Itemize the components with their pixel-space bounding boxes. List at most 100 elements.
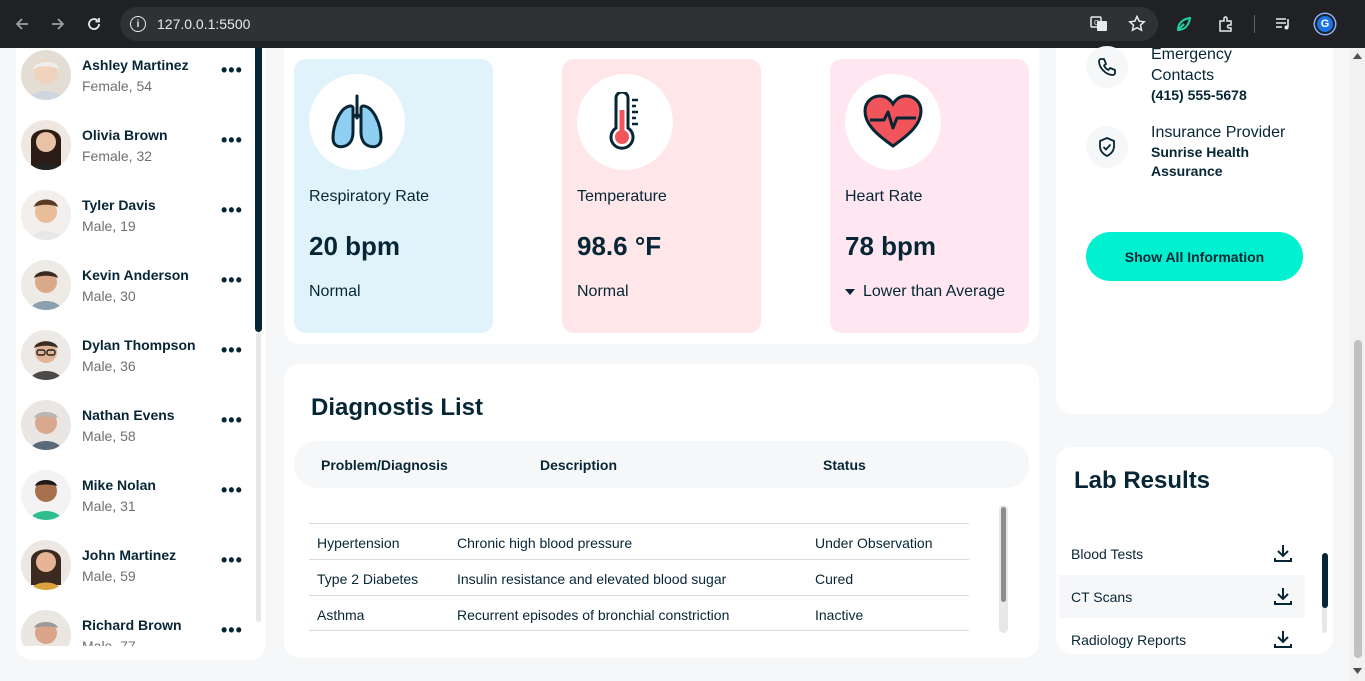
cell-problem: Hypertension xyxy=(317,535,400,551)
temperature-status-text: Normal xyxy=(577,283,629,300)
patient-item-tyler-davis[interactable]: Tyler Davis Male, 19 ••• xyxy=(21,180,256,250)
cell-status: Cured xyxy=(815,571,854,587)
patient-avatar xyxy=(21,120,71,170)
lab-item-ct-scans[interactable]: CT Scans xyxy=(1059,575,1305,618)
extension-leaf-icon[interactable] xyxy=(1170,10,1198,38)
address-bar[interactable]: i 127.0.0.1:5500 G xyxy=(120,7,1158,41)
header-problem: Problem/Diagnosis xyxy=(321,457,448,473)
diagnostic-scrollbar[interactable] xyxy=(999,505,1008,633)
more-options-icon[interactable]: ••• xyxy=(221,130,243,151)
patient-item-olivia-brown[interactable]: Olivia Brown Female, 32 ••• xyxy=(21,110,256,180)
cell-status: Under Observation xyxy=(815,535,933,551)
patient-meta: Female, 54 xyxy=(82,77,153,94)
emergency-value: (415) 555-5678 xyxy=(1151,87,1247,103)
cell-problem: Type 2 Diabetes xyxy=(317,571,419,587)
address-url[interactable]: 127.0.0.1:5500 xyxy=(157,16,250,32)
diagnostic-table-body: Hypertension Chronic high blood pressure… xyxy=(309,523,969,631)
patient-name: Ashley Martinez xyxy=(82,56,189,73)
respiratory-rate-value: 20 bpm xyxy=(309,231,401,261)
download-icon[interactable] xyxy=(1273,586,1293,606)
table-row: Asthma Recurrent episodes of bronchial c… xyxy=(309,595,969,631)
respiratory-status-text: Normal xyxy=(309,283,361,300)
diagnostic-list-panel: Diagnostis List Problem/Diagnosis Descri… xyxy=(284,364,1039,658)
shield-check-icon xyxy=(1086,126,1128,168)
patient-item-nathan-evens[interactable]: Nathan Evens Male, 58 ••• xyxy=(21,390,256,460)
patient-item-dylan-thompson[interactable]: Dylan Thompson Male, 36 ••• xyxy=(21,320,256,390)
arrow-left-icon xyxy=(15,18,28,30)
show-all-information-button[interactable]: Show All Information xyxy=(1086,232,1303,281)
forward-button[interactable] xyxy=(44,10,72,38)
more-options-icon[interactable]: ••• xyxy=(221,200,243,221)
patient-avatar xyxy=(21,50,71,100)
diagnostic-scroll-thumb[interactable] xyxy=(1001,507,1006,602)
emergency-label-line2: Contacts xyxy=(1151,67,1215,84)
patient-name: Dylan Thompson xyxy=(82,336,196,353)
more-options-icon[interactable]: ••• xyxy=(221,270,243,291)
patient-meta: Male, 58 xyxy=(82,427,136,444)
patient-info-panel: Emergency Contacts (415) 555-5678 Insura… xyxy=(1056,46,1333,414)
patient-meta: Male, 19 xyxy=(82,217,136,234)
page-scrollbar[interactable] xyxy=(1350,48,1365,681)
translate-icon[interactable]: G xyxy=(1090,15,1108,33)
reload-icon xyxy=(88,18,100,30)
more-options-icon[interactable]: ••• xyxy=(221,620,243,641)
cell-description: Chronic high blood pressure xyxy=(457,535,633,551)
patient-item-mike-nolan[interactable]: Mike Nolan Male, 31 ••• xyxy=(21,460,256,530)
diagnostic-table-header: Problem/Diagnosis Description Status xyxy=(294,441,1029,488)
patient-avatar xyxy=(21,540,71,590)
insurance-value-line2: Assurance xyxy=(1151,163,1223,179)
heart-rate-value: 78 bpm xyxy=(845,231,937,261)
site-info-icon[interactable]: i xyxy=(130,16,146,32)
patient-list-scrollbar[interactable] xyxy=(255,48,262,332)
heart-rate-card: Heart Rate 78 bpm Lower than Average xyxy=(830,59,1029,333)
download-icon[interactable] xyxy=(1273,543,1293,563)
lab-results-panel: Lab Results Blood Tests CT Scans Radiolo… xyxy=(1056,447,1333,654)
insurance-label: Insurance Provider xyxy=(1151,124,1286,141)
lab-item-blood-tests[interactable]: Blood Tests xyxy=(1059,532,1305,575)
scroll-up-icon[interactable] xyxy=(1353,53,1362,59)
more-options-icon[interactable]: ••• xyxy=(221,60,243,81)
patient-name: Kevin Anderson xyxy=(82,266,189,283)
reload-button[interactable] xyxy=(80,10,108,38)
browser-menu-icon[interactable] xyxy=(1353,10,1365,38)
patient-avatar xyxy=(21,190,71,240)
heart-rate-status: Lower than Average xyxy=(845,283,1005,301)
more-options-icon[interactable]: ••• xyxy=(221,550,243,571)
respiratory-rate-status: Normal xyxy=(309,283,361,301)
vitals-panel: Respiratory Rate 20 bpm Normal Temperatu… xyxy=(284,48,1039,344)
respiratory-rate-label: Respiratory Rate xyxy=(309,188,430,205)
profile-avatar[interactable]: G xyxy=(1311,10,1339,38)
extensions-puzzle-icon[interactable] xyxy=(1212,10,1240,38)
thermometer-icon xyxy=(577,74,673,170)
svg-text:G: G xyxy=(1094,20,1099,27)
more-options-icon[interactable]: ••• xyxy=(221,410,243,431)
patient-item-ashley-martinez[interactable]: Ashley Martinez Female, 54 ••• xyxy=(21,48,256,110)
toolbar-divider xyxy=(1254,15,1255,33)
more-options-icon[interactable]: ••• xyxy=(221,340,243,361)
lab-results-scrollbar[interactable] xyxy=(1322,553,1328,608)
insurance-value-line1: Sunrise Health xyxy=(1151,144,1250,160)
download-icon[interactable] xyxy=(1273,629,1293,649)
diagnostic-list-title: Diagnostis List xyxy=(311,394,484,421)
lab-item-radiology-reports[interactable]: Radiology Reports xyxy=(1059,618,1305,654)
patient-avatar xyxy=(21,330,71,380)
patient-item-kevin-anderson[interactable]: Kevin Anderson Male, 30 ••• xyxy=(21,250,256,320)
patient-list-scroll-track[interactable] xyxy=(256,332,261,622)
emergency-label-line1: Emergency xyxy=(1151,46,1232,63)
media-queue-icon[interactable] xyxy=(1269,10,1297,38)
lab-item-label: Blood Tests xyxy=(1071,546,1144,562)
page-scroll-thumb[interactable] xyxy=(1354,340,1362,658)
cell-status: Inactive xyxy=(815,607,864,623)
arrow-down-icon xyxy=(845,289,855,295)
scroll-down-icon[interactable] xyxy=(1353,668,1362,674)
respiratory-rate-card: Respiratory Rate 20 bpm Normal xyxy=(294,59,493,333)
patient-item-john-martinez[interactable]: John Martinez Male, 59 ••• xyxy=(21,530,256,600)
patient-meta: Male, 59 xyxy=(82,567,136,584)
back-button[interactable] xyxy=(8,10,36,38)
more-options-icon[interactable]: ••• xyxy=(221,480,243,501)
cell-problem: Asthma xyxy=(317,607,365,623)
patient-name: Mike Nolan xyxy=(82,476,156,493)
cell-description: Recurrent episodes of bronchial constric… xyxy=(457,607,730,623)
bookmark-star-icon[interactable] xyxy=(1128,15,1146,33)
lab-results-title: Lab Results xyxy=(1074,467,1211,494)
